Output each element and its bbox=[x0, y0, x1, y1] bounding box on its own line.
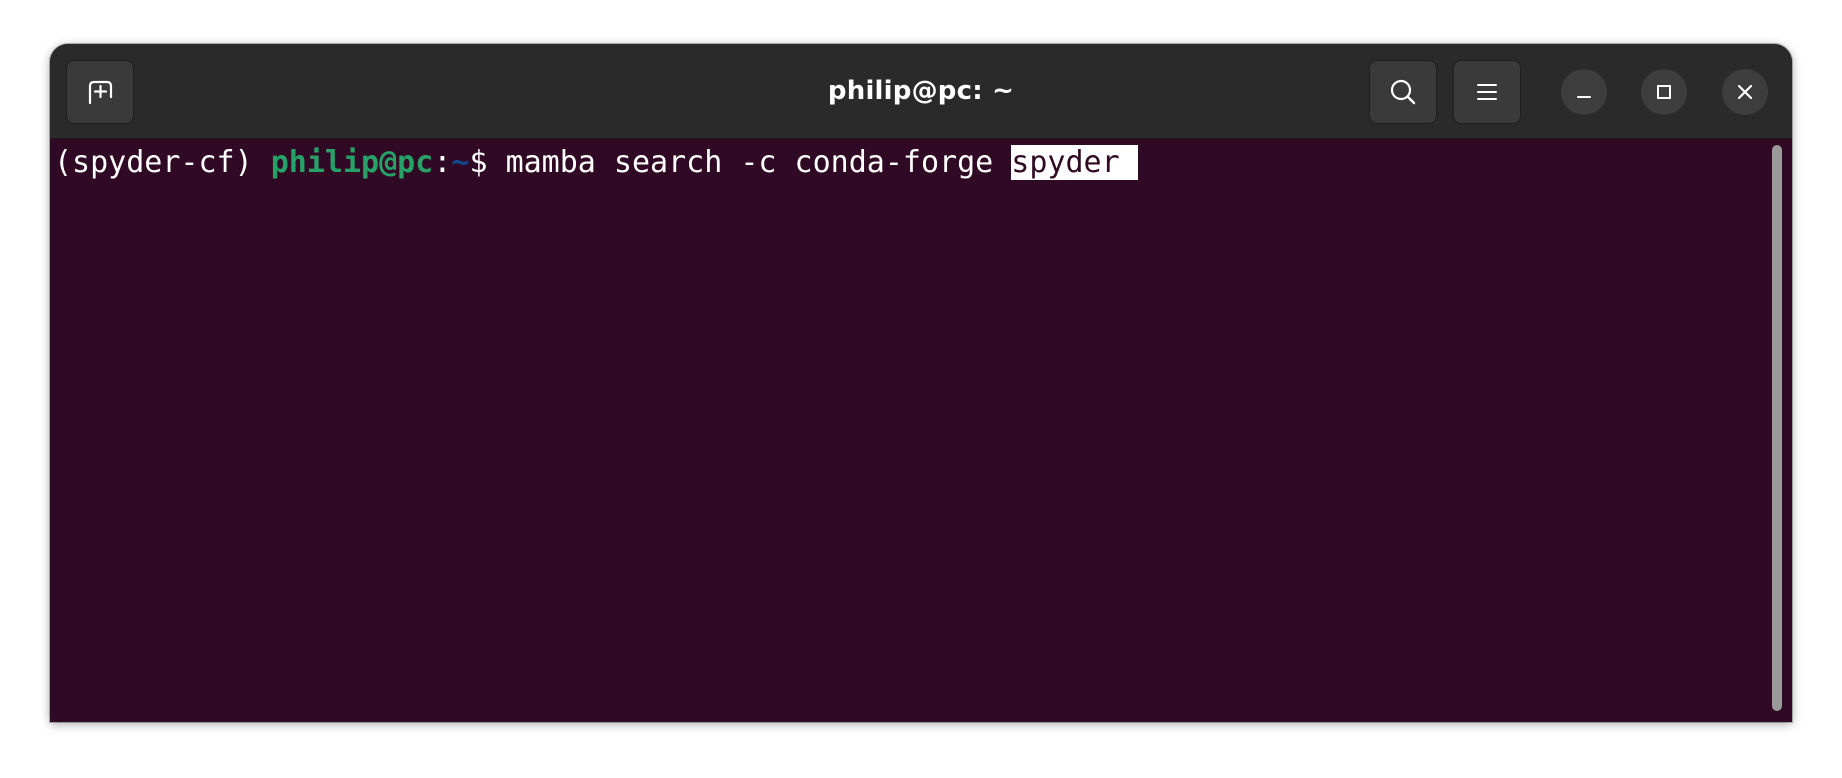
prompt-colon: : bbox=[433, 145, 452, 180]
user-host: philip@pc bbox=[270, 145, 434, 180]
close-icon bbox=[1737, 84, 1753, 100]
minimize-button[interactable] bbox=[1561, 69, 1607, 115]
hamburger-menu-icon bbox=[1477, 84, 1497, 100]
terminal-window: philip@pc: ~ (spyder-cf) philip@pc:~$ ma… bbox=[50, 44, 1792, 722]
maximize-icon bbox=[1657, 85, 1671, 99]
header-bar: philip@pc: ~ bbox=[50, 44, 1792, 139]
command-text: mamba search -c conda-forge bbox=[505, 145, 1012, 180]
window-title: philip@pc: ~ bbox=[827, 76, 1015, 106]
current-directory: ~ bbox=[451, 145, 470, 180]
main-menu-button[interactable] bbox=[1453, 60, 1521, 124]
maximize-button[interactable] bbox=[1641, 69, 1687, 115]
search-icon bbox=[1390, 79, 1416, 105]
new-tab-button[interactable] bbox=[66, 60, 134, 124]
minimize-icon bbox=[1577, 96, 1591, 98]
scrollbar[interactable] bbox=[1772, 145, 1782, 711]
selected-text: spyder bbox=[1011, 145, 1138, 180]
prompt-line: (spyder-cf) philip@pc:~$ mamba search -c… bbox=[54, 143, 1138, 183]
conda-env-label: (spyder-cf) bbox=[54, 145, 271, 180]
new-tab-icon bbox=[88, 80, 113, 105]
search-button[interactable] bbox=[1369, 60, 1437, 124]
prompt-symbol: $ bbox=[469, 145, 506, 180]
close-button[interactable] bbox=[1722, 69, 1768, 115]
terminal-area[interactable]: (spyder-cf) philip@pc:~$ mamba search -c… bbox=[50, 139, 1792, 722]
